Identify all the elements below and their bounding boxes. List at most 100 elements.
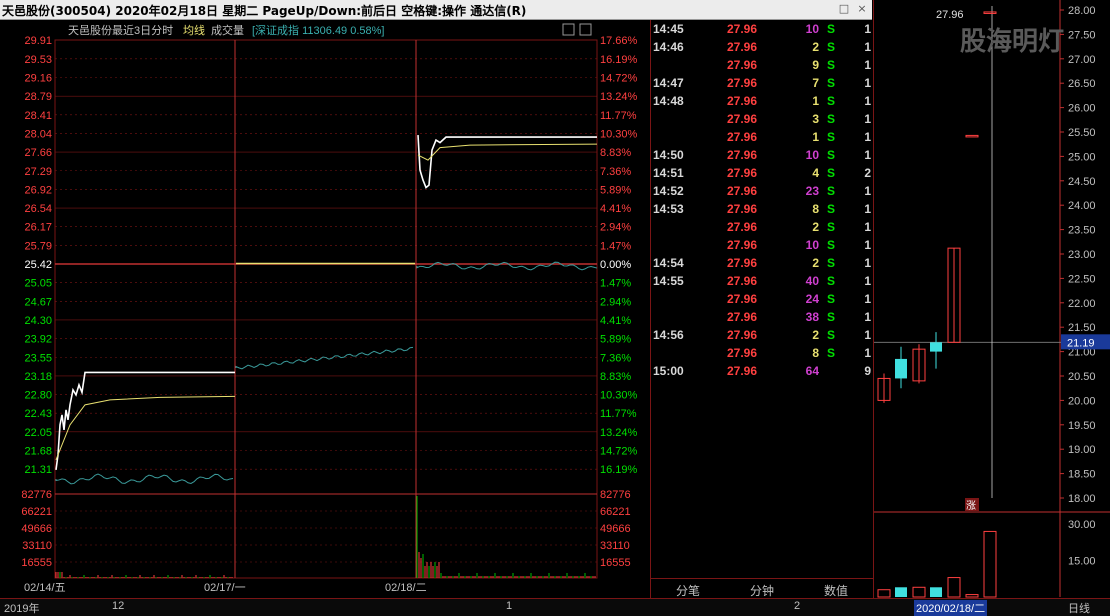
volume-label-left: 66221 bbox=[21, 506, 52, 518]
tick-count: 1 bbox=[864, 22, 871, 36]
index-line-day1 bbox=[55, 473, 234, 485]
period-label[interactable]: 日线 bbox=[1068, 600, 1090, 616]
tick-volume: 24 bbox=[805, 292, 819, 306]
price-label-down: 22.43 bbox=[24, 408, 52, 420]
tick-count: 1 bbox=[864, 220, 871, 234]
daily-kline-chart[interactable]: 28.00 27.50 27.00 26.50 26.00 25.50 25.00 24.50… bbox=[873, 0, 1110, 598]
tick-time: 14:47 bbox=[653, 76, 684, 90]
date-label: 02/18/二 bbox=[385, 582, 427, 594]
limit-up-tag: 涨 bbox=[966, 500, 976, 512]
bottom-item-3: 2 bbox=[794, 600, 801, 612]
kline-volume-bar bbox=[877, 589, 891, 598]
tick-row: 14:45 27.96 10 S 1 bbox=[651, 20, 873, 38]
tick-volume: 38 bbox=[805, 310, 819, 324]
kline-price-label: 22.50 bbox=[1068, 273, 1096, 285]
tick-price: 27.96 bbox=[726, 112, 757, 126]
pct-label-down: 2.94% bbox=[600, 296, 631, 308]
tab-values[interactable]: 数值 bbox=[799, 582, 873, 599]
tick-time: 14:50 bbox=[653, 148, 684, 162]
tick-side: S bbox=[827, 346, 836, 360]
pct-label-up: 17.66% bbox=[600, 35, 638, 47]
kline-price-label: 25.00 bbox=[1068, 151, 1096, 163]
tick-row: 27.96 9 S 1 bbox=[651, 56, 873, 74]
price-label-up: 25.79 bbox=[24, 240, 52, 252]
tick-volume: 1 bbox=[812, 94, 819, 108]
volume-label-left: 49666 bbox=[21, 523, 52, 535]
restore-icon[interactable]: □ bbox=[836, 1, 852, 17]
zoom-in-icon bbox=[562, 23, 575, 36]
tick-price: 27.96 bbox=[726, 184, 757, 198]
tick-volume: 2 bbox=[812, 220, 819, 234]
tick-side: S bbox=[827, 148, 836, 162]
kline-volume-label: 15.00 bbox=[1068, 556, 1096, 568]
tick-list[interactable]: 14:45 27.96 10 S 1 14:46 27.96 2 S 1 27.96 9 S 1 14:47… bbox=[650, 20, 873, 578]
kline-volume-bar bbox=[930, 587, 942, 597]
pct-label-up: 7.36% bbox=[600, 166, 631, 178]
kline-svg: 28.00 27.50 27.00 26.50 26.00 25.50 25.00 24.50… bbox=[874, 0, 1110, 598]
kline-volume-bar bbox=[983, 530, 997, 598]
kline-price-label: 24.50 bbox=[1068, 176, 1096, 188]
legend-period: 最近3日分时 bbox=[112, 24, 173, 37]
bottom-scroll-bar[interactable]: 2019年 12 1 2 2020/02/18/二 日线 bbox=[0, 598, 1110, 616]
tick-time: 14:54 bbox=[653, 256, 684, 270]
kline-price-label: 28.00 bbox=[1068, 5, 1096, 17]
tick-price: 27.96 bbox=[726, 40, 757, 54]
price-label-up: 29.91 bbox=[24, 35, 52, 47]
tick-count: 1 bbox=[864, 112, 871, 126]
tick-count: 1 bbox=[864, 148, 871, 162]
price-label-up: 28.41 bbox=[24, 110, 52, 122]
kline-price-label: 18.50 bbox=[1068, 469, 1096, 481]
price-label-down: 25.05 bbox=[24, 278, 52, 290]
tick-price: 27.96 bbox=[726, 238, 757, 252]
price-label-up: 29.53 bbox=[24, 54, 52, 66]
volume-label-left: 16555 bbox=[21, 557, 52, 569]
tick-count: 1 bbox=[864, 346, 871, 360]
close-icon[interactable]: × bbox=[854, 1, 870, 17]
tick-count: 1 bbox=[864, 184, 871, 198]
tick-volume: 10 bbox=[805, 148, 819, 162]
tick-price: 27.96 bbox=[726, 364, 757, 378]
pct-label-up: 5.89% bbox=[600, 184, 631, 196]
tick-side: S bbox=[827, 220, 836, 234]
tick-row: 15:00 27.96 64 9 bbox=[651, 362, 873, 380]
tick-tabs: 分笔 分钟 数值 bbox=[650, 578, 873, 599]
index-line-day2 bbox=[235, 346, 414, 370]
price-label-up: 26.92 bbox=[24, 184, 52, 196]
kline-price-label: 27.50 bbox=[1068, 29, 1096, 41]
current-price-label: 21.19 bbox=[1067, 337, 1095, 349]
price-label-down: 21.31 bbox=[24, 464, 52, 476]
tick-count: 2 bbox=[864, 166, 871, 180]
tick-volume: 1 bbox=[812, 130, 819, 144]
zoom-out-icon bbox=[579, 23, 592, 36]
tick-volume: 10 bbox=[805, 22, 819, 36]
kline-price-label: 20.00 bbox=[1068, 395, 1096, 407]
kline-volume-bar bbox=[912, 586, 926, 598]
tick-count: 1 bbox=[864, 94, 871, 108]
tick-time: 14:52 bbox=[653, 184, 684, 198]
tab-ticks[interactable]: 分笔 bbox=[651, 582, 725, 599]
tick-count: 1 bbox=[864, 328, 871, 342]
tick-volume: 3 bbox=[812, 112, 819, 126]
tick-side: S bbox=[827, 256, 836, 270]
candle-body bbox=[895, 358, 907, 379]
intraday-chart[interactable]: 29.91 29.53 29.16 28.79 28.41 28.04 27.66 27.29… bbox=[0, 20, 648, 594]
tick-row: 14:53 27.96 8 S 1 bbox=[651, 200, 873, 218]
tick-row: 14:56 27.96 2 S 1 bbox=[651, 326, 873, 344]
tick-side: S bbox=[827, 22, 836, 36]
tick-row: 14:48 27.96 1 S 1 bbox=[651, 92, 873, 110]
volume-label-right: 82776 bbox=[600, 489, 631, 501]
legend-avg-line: 均线 bbox=[183, 23, 205, 37]
tick-count: 1 bbox=[864, 40, 871, 54]
tick-row: 27.96 3 S 1 bbox=[651, 110, 873, 128]
kline-price-label: 27.00 bbox=[1068, 54, 1096, 66]
tab-minutes[interactable]: 分钟 bbox=[725, 582, 799, 599]
tick-row: 27.96 1 S 1 bbox=[651, 128, 873, 146]
tick-row: 14:52 27.96 23 S 1 bbox=[651, 182, 873, 200]
pct-label-down: 10.30% bbox=[600, 390, 638, 402]
prev-close-label: 25.42 bbox=[24, 259, 52, 271]
pct-label-up: 2.94% bbox=[600, 222, 631, 234]
tick-row: 14:50 27.96 10 S 1 bbox=[651, 146, 873, 164]
tick-count: 1 bbox=[864, 76, 871, 90]
pct-label-up: 14.72% bbox=[600, 73, 638, 85]
pct-label-down: 4.41% bbox=[600, 315, 631, 327]
